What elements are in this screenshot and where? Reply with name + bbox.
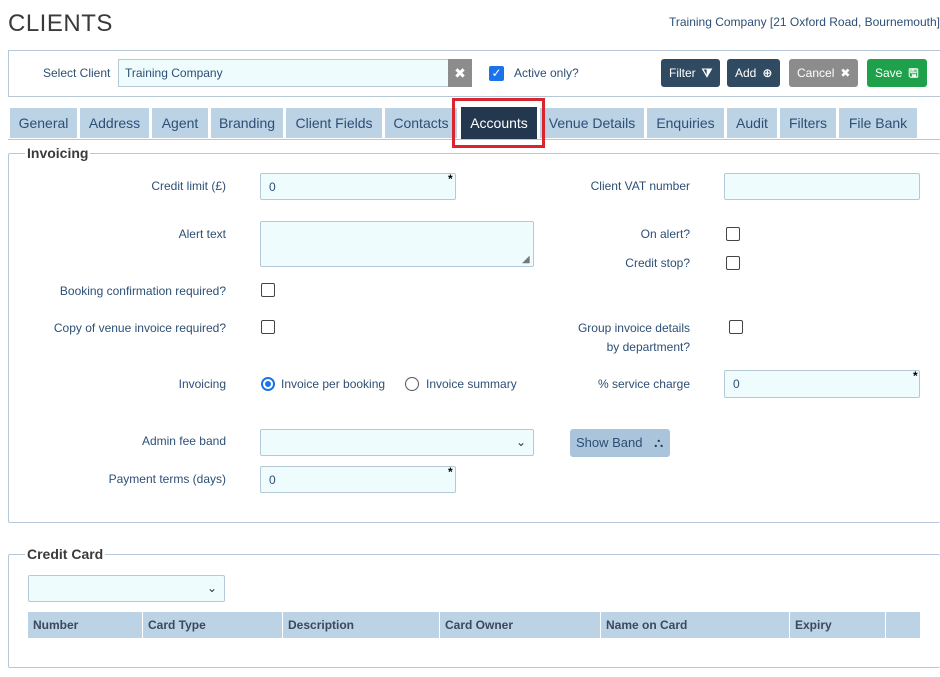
column-header-name-on-card[interactable]: Name on Card [601, 612, 790, 638]
copy-venue-invoice-label: Copy of venue invoice required? [53, 321, 226, 335]
checkmark-icon: ✓ [491, 66, 502, 80]
column-header-card-type[interactable]: Card Type [143, 612, 283, 638]
active-tab-highlight [452, 98, 545, 148]
cancel-button[interactable]: Cancel ✖ [789, 59, 859, 87]
required-marker: * [913, 369, 918, 383]
select-client-label: Select Client [43, 66, 111, 80]
show-band-button[interactable]: Show Band ⛬ [570, 429, 670, 457]
invoicing-legend: Invoicing [27, 145, 89, 161]
credit-stop-label: Credit stop? [625, 256, 690, 270]
client-vat-input[interactable] [724, 173, 920, 200]
tab-agent[interactable]: Agent [152, 108, 208, 138]
payment-terms-input[interactable]: 0 [260, 466, 456, 493]
credit-card-select[interactable] [28, 575, 225, 602]
admin-fee-band-select[interactable] [260, 429, 534, 456]
chevron-down-icon: ⌄ [516, 435, 527, 449]
chevron-down-icon: ⌄ [207, 581, 218, 595]
payment-terms-label: Payment terms (days) [108, 472, 226, 486]
column-header-number[interactable]: Number [28, 612, 143, 638]
invoice-summary-radio[interactable] [405, 377, 419, 391]
alert-text-textarea[interactable] [260, 221, 534, 267]
credit-limit-label: Credit limit (£) [151, 179, 226, 193]
group-invoice-checkbox[interactable] [729, 320, 743, 334]
filter-button-label: Filter [669, 66, 696, 80]
tab-audit[interactable]: Audit [727, 108, 777, 138]
invoice-per-booking-label[interactable]: Invoice per booking [281, 377, 385, 391]
save-button-label: Save [875, 66, 903, 80]
credit-stop-checkbox[interactable] [726, 256, 740, 270]
group-invoice-label-line1: Group invoice details [577, 321, 690, 335]
service-charge-label: % service charge [597, 377, 690, 391]
booking-confirmation-label: Booking confirmation required? [59, 284, 226, 298]
funnel-icon: ⧩ [701, 66, 713, 80]
cancel-button-label: Cancel [797, 66, 835, 80]
copy-venue-invoice-checkbox[interactable] [261, 320, 275, 334]
tab-filters[interactable]: Filters [780, 108, 836, 138]
service-charge-input[interactable]: 0 [724, 370, 920, 398]
column-header-card-owner[interactable]: Card Owner [440, 612, 601, 638]
tab-branding[interactable]: Branding [211, 108, 283, 138]
credit-card-table-header: Number Card Type Description Card Owner … [28, 612, 920, 638]
resize-handle-icon[interactable]: ◢ [522, 254, 530, 265]
invoice-summary-label[interactable]: Invoice summary [426, 377, 517, 391]
filter-button[interactable]: Filter ⧩ [661, 59, 721, 87]
tab-enquiries[interactable]: Enquiries [647, 108, 724, 138]
active-only-checkbox[interactable]: ✓ [489, 66, 504, 81]
active-only-label: Active only? [514, 66, 579, 80]
floppy-disk-icon: 🖫 [908, 66, 919, 80]
credit-limit-input[interactable]: 0 [260, 173, 456, 200]
on-alert-checkbox[interactable] [726, 227, 740, 241]
tab-contacts[interactable]: Contacts [385, 108, 457, 138]
invoice-per-booking-radio[interactable] [261, 377, 275, 391]
credit-card-legend: Credit Card [27, 546, 104, 562]
binoculars-icon: ⛬ [654, 435, 664, 450]
invoicing-label: Invoicing [178, 377, 226, 391]
required-marker: * [448, 172, 453, 186]
page-title: CLIENTS [8, 10, 113, 37]
required-marker: * [448, 465, 453, 479]
tab-file-bank[interactable]: File Bank [839, 108, 917, 138]
admin-fee-band-label: Admin fee band [141, 434, 226, 448]
group-invoice-label-line2: by department? [606, 340, 690, 354]
alert-text-label: Alert text [178, 227, 226, 241]
column-header-description[interactable]: Description [283, 612, 440, 638]
add-button[interactable]: Add ⊕ [727, 59, 781, 87]
tab-address[interactable]: Address [80, 108, 149, 138]
save-button[interactable]: Save 🖫 [867, 59, 927, 87]
add-button-label: Add [735, 66, 757, 80]
current-client-reference: Training Company [21 Oxford Road, Bourne… [668, 15, 940, 29]
tab-client-fields[interactable]: Client Fields [286, 108, 382, 138]
show-band-label: Show Band [576, 435, 643, 450]
select-client-input[interactable]: Training Company [118, 59, 449, 87]
plus-circle-icon: ⊕ [762, 66, 773, 80]
on-alert-label: On alert? [640, 227, 690, 241]
credit-card-group: Credit Card [8, 546, 940, 668]
tab-venue-details[interactable]: Venue Details [540, 108, 644, 138]
booking-confirmation-checkbox[interactable] [261, 283, 275, 297]
close-icon: ✖ [454, 65, 466, 81]
clear-client-button[interactable]: ✖ [448, 59, 472, 87]
tab-general[interactable]: General [10, 108, 77, 138]
close-icon: ✖ [840, 66, 851, 80]
client-vat-label: Client VAT number [590, 179, 690, 193]
column-header-actions [886, 612, 920, 638]
column-header-expiry[interactable]: Expiry [790, 612, 886, 638]
